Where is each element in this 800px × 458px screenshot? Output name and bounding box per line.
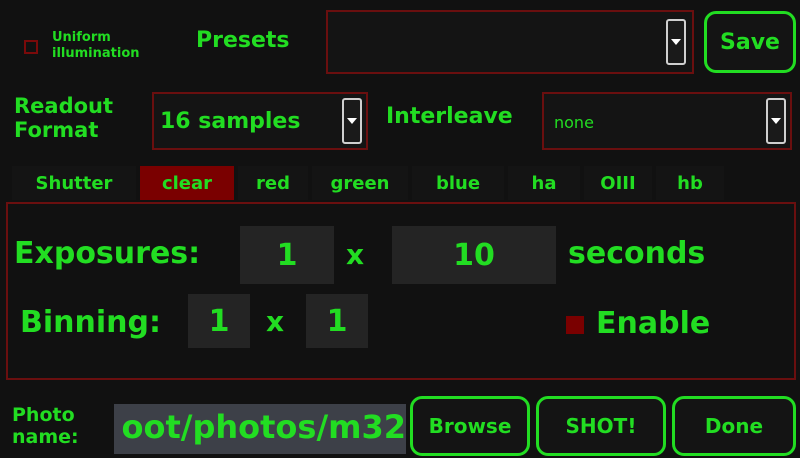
photo-name-field[interactable]: oot/photos/m32 <box>114 404 406 454</box>
photo-name-value: oot/photos/m32 <box>121 408 406 446</box>
readout-label-line1: Readout <box>14 94 114 118</box>
tab-clear[interactable]: clear <box>140 166 234 200</box>
readout-format-label: Readout Format <box>14 94 113 142</box>
binning-y-field[interactable]: 1 <box>306 294 368 348</box>
tab-oiii[interactable]: OIII <box>584 166 652 200</box>
presets-dropdown-toggle[interactable] <box>666 19 686 65</box>
exposures-unit-label: seconds <box>568 236 706 271</box>
shot-button[interactable]: SHOT! <box>536 396 666 456</box>
photo-label-line1: Photo <box>12 404 75 426</box>
tab-red[interactable]: red <box>238 166 308 200</box>
presets-label: Presets <box>196 28 290 53</box>
readout-label-line2: Format <box>14 118 99 142</box>
uniform-illumination-label: Uniform illumination <box>52 30 140 62</box>
enable-label: Enable <box>596 306 711 341</box>
tab-ha[interactable]: ha <box>508 166 580 200</box>
interleave-dropdown-toggle[interactable] <box>766 98 786 144</box>
binning-x-field[interactable]: 1 <box>188 294 250 348</box>
binning-times-sign: x <box>266 305 285 338</box>
readout-dropdown-toggle[interactable] <box>342 98 362 144</box>
chevron-down-icon <box>771 118 781 124</box>
readout-format-dropdown[interactable]: 16 samples <box>152 92 368 150</box>
photo-name-label: Photo name: <box>12 404 79 448</box>
exposure-count-field[interactable]: 1 <box>240 226 334 284</box>
enable-checkbox[interactable] <box>566 316 584 334</box>
tab-blue[interactable]: blue <box>412 166 504 200</box>
interleave-value: none <box>554 113 594 132</box>
exposures-label: Exposures: <box>14 236 201 271</box>
interleave-label: Interleave <box>386 104 513 129</box>
photo-label-line2: name: <box>12 426 79 448</box>
done-button[interactable]: Done <box>672 396 796 456</box>
uniform-label-line1: Uniform <box>52 30 111 45</box>
exposure-duration-field[interactable]: 10 <box>392 226 556 284</box>
tab-green[interactable]: green <box>312 166 408 200</box>
uniform-label-line2: illumination <box>52 46 140 61</box>
save-button[interactable]: Save <box>704 11 796 73</box>
exposures-times-sign: x <box>346 238 365 271</box>
presets-dropdown[interactable] <box>326 10 694 74</box>
interleave-dropdown[interactable]: none <box>542 92 792 150</box>
binning-label: Binning: <box>20 305 161 340</box>
chevron-down-icon <box>671 39 681 45</box>
readout-format-value: 16 samples <box>160 109 301 134</box>
tab-shutter[interactable]: Shutter <box>12 166 136 200</box>
uniform-illumination-checkbox[interactable] <box>24 40 38 54</box>
chevron-down-icon <box>347 118 357 124</box>
browse-button[interactable]: Browse <box>410 396 530 456</box>
tab-hb[interactable]: hb <box>656 166 724 200</box>
